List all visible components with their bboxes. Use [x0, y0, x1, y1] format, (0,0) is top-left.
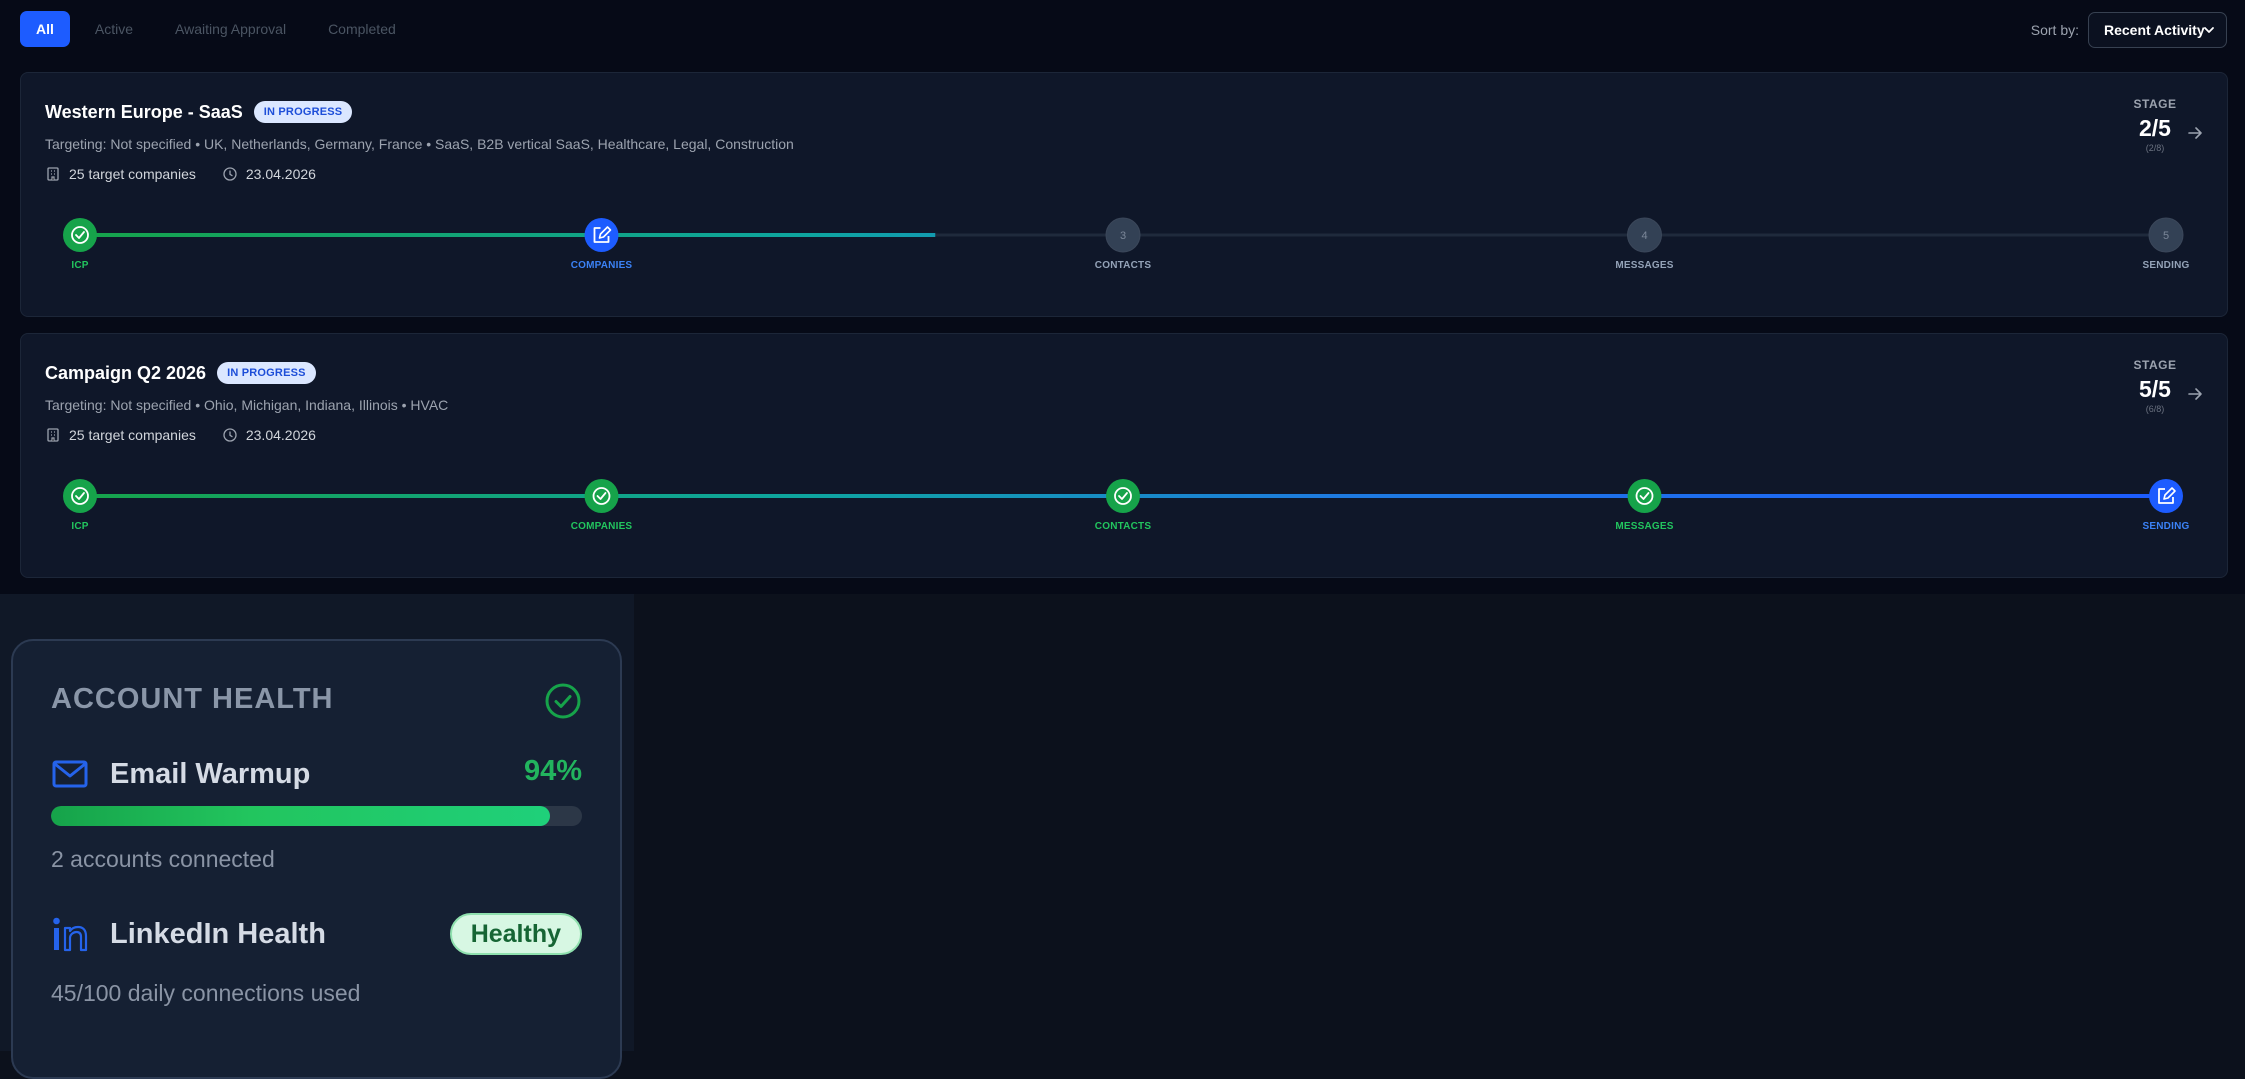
step-label-messages: MESSAGES	[1615, 260, 1674, 271]
linkedin-status-badge: Healthy	[449, 913, 582, 955]
campaign-card[interactable]: Western Europe - SaaS IN PROGRESS Target…	[20, 72, 2228, 317]
step-label-contacts: CONTACTS	[1094, 260, 1152, 271]
progress-stepper: 3 4 5 ICP COMPANIES CONTACTS MESSAGES SENDING	[21, 73, 2229, 318]
step-label-companies: COMPANIES	[570, 260, 633, 271]
sort-value: Recent Activity	[2104, 22, 2205, 38]
step-label-sending: SENDING	[2142, 260, 2190, 271]
step-contacts[interactable]	[1106, 479, 1140, 513]
step-number: 5	[2163, 230, 2169, 242]
step-label-contacts: CONTACTS	[1094, 521, 1152, 532]
step-label-messages: MESSAGES	[1615, 521, 1674, 532]
email-warmup-row: Email Warmup	[51, 755, 310, 793]
linkedin-connections-text: 45/100 daily connections used	[51, 980, 361, 1006]
email-warmup-bar-fill	[51, 806, 551, 826]
mail-icon	[52, 760, 88, 788]
step-icp[interactable]	[63, 479, 97, 513]
progress-stepper: ICP COMPANIES CONTACTS MESSAGES SENDING	[21, 334, 2229, 579]
sort-select[interactable]: Recent Activity	[2088, 12, 2227, 48]
linkedin-health-row: LinkedIn Health	[51, 915, 326, 953]
tab-active[interactable]: Active	[78, 11, 150, 47]
step-number: 4	[1641, 230, 1647, 242]
step-messages[interactable]: 4	[1627, 217, 1662, 253]
chevron-down-icon	[2204, 27, 2214, 33]
stepper-graphic	[63, 479, 2183, 513]
sort-label: Sort by:	[2030, 22, 2079, 38]
step-companies[interactable]	[584, 218, 619, 252]
step-companies[interactable]	[584, 479, 619, 513]
stepper-graphic: 3 4 5	[63, 217, 2184, 253]
tab-all[interactable]: All	[20, 11, 70, 47]
step-messages[interactable]	[1627, 479, 1662, 513]
filter-tabs: All Active Awaiting Approval Completed	[20, 11, 421, 47]
tab-awaiting-approval[interactable]: Awaiting Approval	[158, 11, 303, 47]
campaign-card[interactable]: Campaign Q2 2026 IN PROGRESS Targeting: …	[20, 333, 2228, 578]
sort-control: Sort by: Recent Activity	[2031, 12, 2227, 48]
email-warmup-bar	[51, 806, 582, 826]
campaigns-section: All Active Awaiting Approval Completed S…	[0, 0, 2245, 594]
health-title: ACCOUNT HEALTH	[51, 683, 334, 715]
email-warmup-label: Email Warmup	[110, 757, 311, 790]
step-icp[interactable]	[63, 218, 97, 252]
step-label-icp: ICP	[71, 260, 89, 271]
linkedin-icon	[53, 917, 88, 952]
tab-completed[interactable]: Completed	[311, 11, 413, 47]
step-contacts[interactable]: 3	[1105, 217, 1141, 253]
email-warmup-percent: 94%	[523, 755, 582, 787]
step-label-companies: COMPANIES	[570, 521, 633, 532]
step-label-sending: SENDING	[2142, 521, 2190, 532]
account-health-section: ACCOUNT HEALTH Email Warmup 94% 2 accoun…	[0, 594, 634, 1079]
step-number: 3	[1120, 230, 1126, 242]
step-sending[interactable]: 5	[2148, 217, 2184, 253]
check-circle-icon	[545, 683, 581, 719]
email-accounts-text: 2 accounts connected	[51, 846, 275, 872]
account-health-card: ACCOUNT HEALTH Email Warmup 94% 2 accoun…	[11, 639, 622, 1079]
linkedin-health-label: LinkedIn Health	[110, 917, 326, 950]
step-sending[interactable]	[2149, 479, 2183, 513]
step-label-icp: ICP	[71, 521, 89, 532]
